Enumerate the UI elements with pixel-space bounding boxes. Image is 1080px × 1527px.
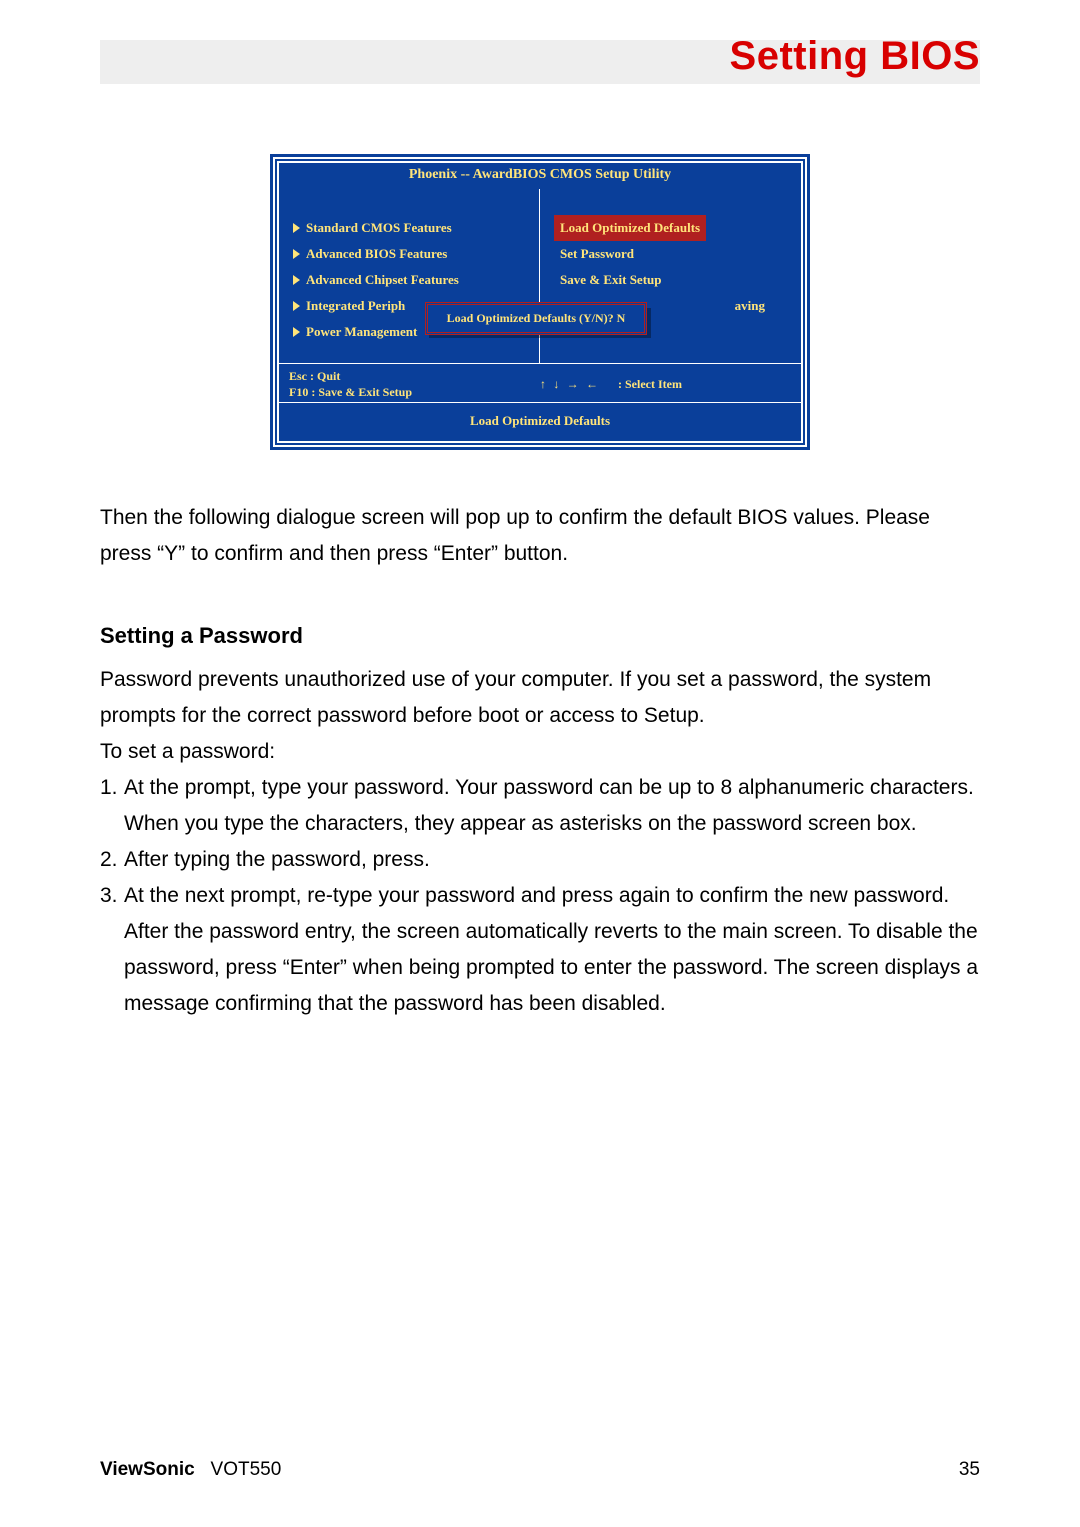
bios-hint-esc: Esc : Quit: [289, 368, 540, 384]
bios-footer-label: Load Optimized Defaults: [279, 402, 801, 441]
bios-title: Phoenix -- AwardBIOS CMOS Setup Utility: [279, 163, 801, 189]
triangle-icon: [293, 301, 300, 311]
list-text: At the next prompt, re-type your passwor…: [124, 878, 980, 1022]
bios-item-label: Integrated Periph: [306, 293, 405, 319]
bios-hint-f10: F10 : Save & Exit Setup: [289, 384, 540, 400]
bios-item-label: Advanced BIOS Features: [306, 241, 447, 267]
triangle-icon: [293, 249, 300, 259]
bios-item-label: Power Management: [306, 319, 417, 345]
bios-hint-bar: Esc : Quit F10 : Save & Exit Setup ↑ ↓ →…: [279, 363, 801, 402]
section-heading: Setting a Password: [100, 618, 980, 654]
list-item: 3.At the next prompt, re-type your passw…: [100, 878, 980, 1022]
bios-menu-item-selected: Load Optimized Defaults: [554, 215, 706, 241]
arrow-keys-icon: ↑ ↓ → ←: [540, 376, 600, 392]
bios-menu-item: Set Password: [554, 241, 787, 267]
list-number: 2.: [100, 842, 124, 878]
footer-brand-name: ViewSonic: [100, 1459, 195, 1480]
triangle-icon: [293, 223, 300, 233]
bios-menu-item: Advanced Chipset Features: [293, 267, 525, 293]
paragraph: Then the following dialogue screen will …: [100, 500, 980, 572]
bios-item-label: Set Password: [560, 241, 634, 267]
bios-screenshot: Phoenix -- AwardBIOS CMOS Setup Utility …: [100, 154, 980, 450]
body-content: Then the following dialogue screen will …: [100, 500, 980, 1022]
paragraph: Password prevents unauthorized use of yo…: [100, 662, 980, 734]
list-text: At the prompt, type your password. Your …: [124, 770, 980, 842]
bios-item-label: Save & Exit Setup: [560, 267, 661, 293]
bios-item-label: Advanced Chipset Features: [306, 267, 459, 293]
footer-brand: ViewSonic VOT550: [100, 1459, 281, 1481]
ordered-list: 1.At the prompt, type your password. You…: [100, 770, 980, 1022]
bios-item-label: aving: [735, 293, 765, 319]
bios-hint-select: : Select Item: [618, 376, 682, 392]
list-item: 1.At the prompt, type your password. You…: [100, 770, 980, 842]
triangle-icon: [293, 275, 300, 285]
paragraph: To set a password:: [100, 734, 980, 770]
list-item: 2.After typing the password, press.: [100, 842, 980, 878]
list-text: After typing the password, press.: [124, 842, 980, 878]
bios-menu-item: Advanced BIOS Features: [293, 241, 525, 267]
header-band: Setting BIOS: [100, 40, 980, 84]
bios-item-label: Standard CMOS Features: [306, 215, 452, 241]
page-number: 35: [959, 1459, 980, 1481]
bios-menu-item: Standard CMOS Features: [293, 215, 525, 241]
bios-confirm-dialog: Load Optimized Defaults (Y/N)? N: [425, 302, 647, 335]
footer-model: VOT550: [211, 1459, 282, 1480]
list-number: 1.: [100, 770, 124, 842]
page-title: Setting BIOS: [730, 34, 980, 79]
list-number: 3.: [100, 878, 124, 1022]
triangle-icon: [293, 327, 300, 337]
bios-menu-item: Save & Exit Setup: [554, 267, 787, 293]
page-footer: ViewSonic VOT550 35: [100, 1459, 980, 1481]
